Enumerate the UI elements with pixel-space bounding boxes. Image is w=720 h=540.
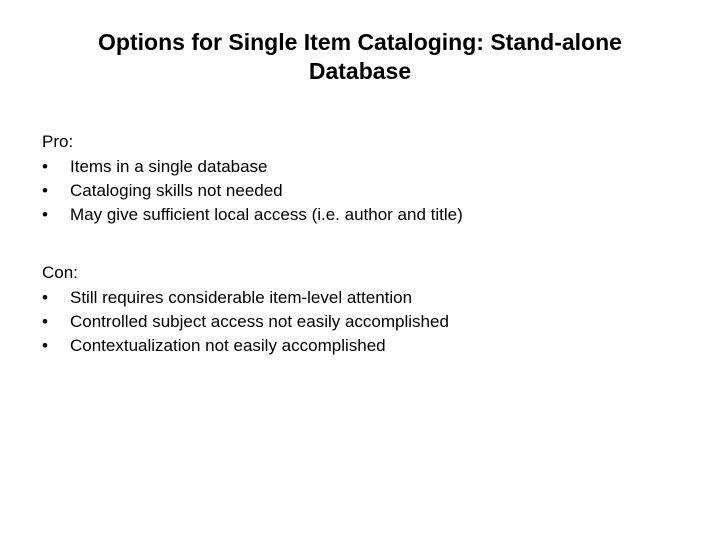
slide-title: Options for Single Item Cataloging: Stan… — [50, 28, 670, 86]
con-list: • Still requires considerable item-level… — [42, 286, 678, 357]
bullet-icon: • — [42, 179, 70, 203]
bullet-icon: • — [42, 286, 70, 310]
bullet-icon: • — [42, 334, 70, 358]
list-item: • Cataloging skills not needed — [42, 179, 678, 203]
list-item-text: May give sufficient local access (i.e. a… — [70, 203, 678, 227]
pro-list: • Items in a single database • Catalogin… — [42, 155, 678, 226]
bullet-icon: • — [42, 155, 70, 179]
list-item-text: Controlled subject access not easily acc… — [70, 310, 678, 334]
list-item: • Still requires considerable item-level… — [42, 286, 678, 310]
list-item-text: Still requires considerable item-level a… — [70, 286, 678, 310]
list-item-text: Items in a single database — [70, 155, 678, 179]
bullet-icon: • — [42, 310, 70, 334]
list-item: • May give sufficient local access (i.e.… — [42, 203, 678, 227]
pro-section: Pro: • Items in a single database • Cata… — [42, 130, 678, 227]
list-item: • Controlled subject access not easily a… — [42, 310, 678, 334]
list-item: • Contextualization not easily accomplis… — [42, 334, 678, 358]
list-item-text: Cataloging skills not needed — [70, 179, 678, 203]
list-item-text: Contextualization not easily accomplishe… — [70, 334, 678, 358]
pro-heading: Pro: — [42, 130, 678, 154]
con-heading: Con: — [42, 261, 678, 285]
bullet-icon: • — [42, 203, 70, 227]
con-section: Con: • Still requires considerable item-… — [42, 261, 678, 358]
list-item: • Items in a single database — [42, 155, 678, 179]
